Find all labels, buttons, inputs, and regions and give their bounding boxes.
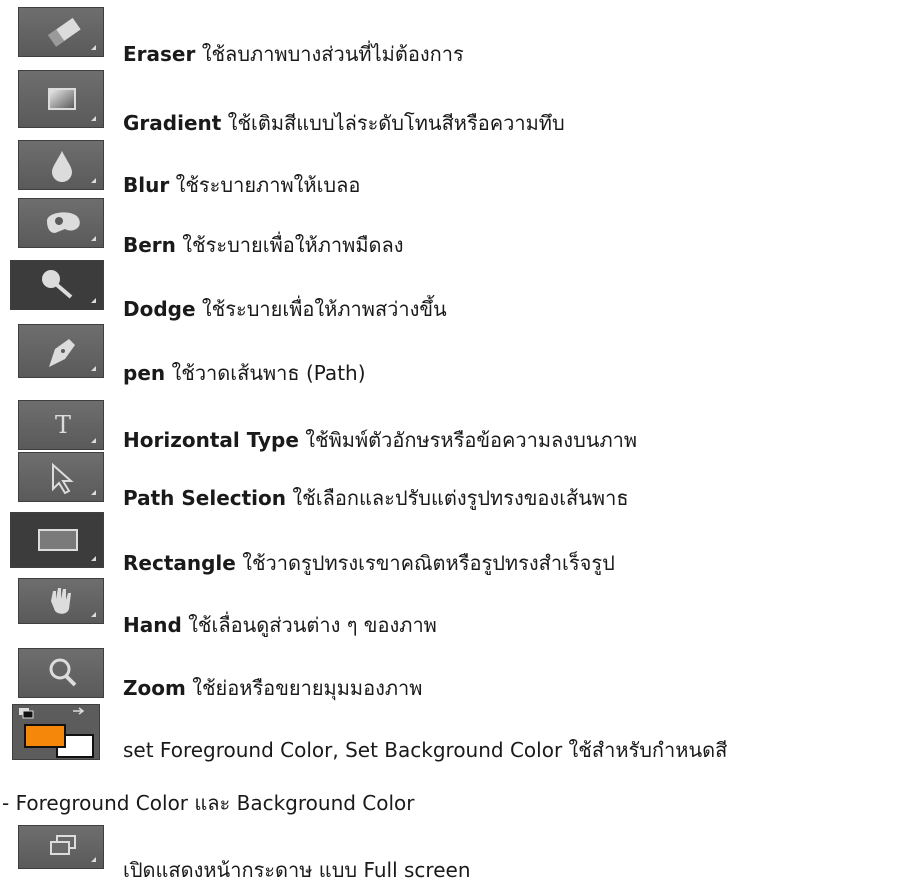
tool-name: Rectangle — [123, 551, 236, 575]
tool-text: ใช้เติมสีแบบไล่ระดับโทนสีหรือความทึบ — [227, 111, 565, 135]
hand-icon — [18, 578, 104, 624]
tool-description: Horizontal Type ใช้พิมพ์ตัวอักษรหรือข้อค… — [123, 427, 637, 453]
tool-description: Eraser ใช้ลบภาพบางส่วนที่ไม่ต้องการ — [123, 41, 464, 67]
tool-name: Gradient — [123, 111, 222, 135]
tool-name: Horizontal Type — [123, 428, 299, 452]
tool-description: Gradient ใช้เติมสีแบบไล่ระดับโทนสีหรือคว… — [123, 110, 565, 136]
blur-icon — [18, 140, 104, 190]
foreground-background-color-icon — [12, 704, 100, 760]
color-tool-continuation: - Foreground Color และ Background Color — [2, 791, 415, 815]
tool-text: ใช้ระบายภาพให้เบลอ — [175, 173, 361, 197]
zoom-icon — [18, 648, 104, 698]
tool-row-gradient: Gradient ใช้เติมสีแบบไล่ระดับโทนสีหรือคว… — [0, 70, 908, 140]
path-selection-icon — [18, 452, 104, 502]
tool-row-screen-mode: เปิดแสดงหน้ากระดาษ แบบ Full screen — [0, 825, 908, 887]
tool-text: ใช้เลื่อนดูส่วนต่าง ๆ ของภาพ — [188, 613, 437, 637]
tool-description: Zoom ใช้ย่อหรือขยายมุมมองภาพ — [123, 675, 422, 701]
dodge-icon — [10, 260, 104, 310]
tool-text: ใช้ลบภาพบางส่วนที่ไม่ต้องการ — [201, 42, 464, 66]
tool-text: ใช้ย่อหรือขยายมุมมองภาพ — [192, 676, 423, 700]
tool-name: Blur — [123, 173, 170, 197]
tool-description: Bern ใช้ระบายเพื่อให้ภาพมืดลง — [123, 232, 404, 258]
tool-row-colors: set Foreground Color, Set Background Col… — [0, 704, 908, 764]
eraser-icon — [18, 7, 104, 57]
tool-row-horizontal-type: T Horizontal Type ใช้พิมพ์ตัวอักษรหรือข้… — [0, 390, 908, 452]
tool-description: Blur ใช้ระบายภาพให้เบลอ — [123, 172, 360, 198]
screen-mode-text: เปิดแสดงหน้ากระดาษ แบบ Full screen — [123, 858, 471, 882]
tool-text: ใช้ระบายเพื่อให้ภาพมืดลง — [182, 233, 404, 257]
tool-row-pen: pen ใช้วาดเส้นพาธ (Path) — [0, 324, 908, 390]
tool-text: ใช้พิมพ์ตัวอักษรหรือข้อความลงบนภาพ — [305, 428, 638, 452]
tool-row-hand: Hand ใช้เลื่อนดูส่วนต่าง ๆ ของภาพ — [0, 578, 908, 640]
tool-row-rectangle: Rectangle ใช้วาดรูปทรงเรขาคณิตหรือรูปทรง… — [0, 512, 908, 578]
tool-name: pen — [123, 361, 166, 385]
tool-row-zoom: Zoom ใช้ย่อหรือขยายมุมมองภาพ — [0, 640, 908, 704]
tool-description: pen ใช้วาดเส้นพาธ (Path) — [123, 360, 366, 386]
rectangle-icon — [10, 512, 104, 568]
tool-name: Eraser — [123, 42, 196, 66]
tool-name: Hand — [123, 613, 182, 637]
tool-text: ใช้วาดเส้นพาธ (Path) — [171, 361, 366, 385]
tool-row-eraser: Eraser ใช้ลบภาพบางส่วนที่ไม่ต้องการ — [0, 0, 908, 70]
tool-name: Dodge — [123, 297, 196, 321]
pen-icon — [18, 324, 104, 378]
tool-description: Rectangle ใช้วาดรูปทรงเรขาคณิตหรือรูปทรง… — [123, 550, 615, 576]
tool-text: ใช้ระบายเพื่อให้ภาพสว่างขึ้น — [201, 297, 447, 321]
gradient-icon — [18, 70, 104, 128]
tool-name: Path Selection — [123, 486, 287, 510]
tool-description: Path Selection ใช้เลือกและปรับแต่งรูปทรง… — [123, 485, 629, 511]
tool-row-blur: Blur ใช้ระบายภาพให้เบลอ — [0, 140, 908, 198]
foreground-swatch — [24, 724, 66, 748]
tool-row-dodge: Dodge ใช้ระบายเพื่อให้ภาพสว่างขึ้น — [0, 260, 908, 324]
horizontal-type-icon: T — [18, 400, 104, 450]
tool-name: Bern — [123, 233, 176, 257]
svg-text:T: T — [55, 411, 71, 439]
tool-row-burn: Bern ใช้ระบายเพื่อให้ภาพมืดลง — [0, 198, 908, 260]
tool-text: ใช้วาดรูปทรงเรขาคณิตหรือรูปทรงสำเร็จรูป — [242, 551, 615, 575]
tool-name: Zoom — [123, 676, 186, 700]
color-tool-text: set Foreground Color, Set Background Col… — [123, 738, 728, 762]
screen-mode-icon — [18, 825, 104, 869]
tool-description: Dodge ใช้ระบายเพื่อให้ภาพสว่างขึ้น — [123, 296, 447, 322]
tool-description: Hand ใช้เลื่อนดูส่วนต่าง ๆ ของภาพ — [123, 612, 437, 638]
tool-text: ใช้เลือกและปรับแต่งรูปทรงของเส้นพาธ — [292, 486, 629, 510]
tool-row-path-selection: Path Selection ใช้เลือกและปรับแต่งรูปทรง… — [0, 452, 908, 512]
burn-icon — [18, 198, 104, 248]
